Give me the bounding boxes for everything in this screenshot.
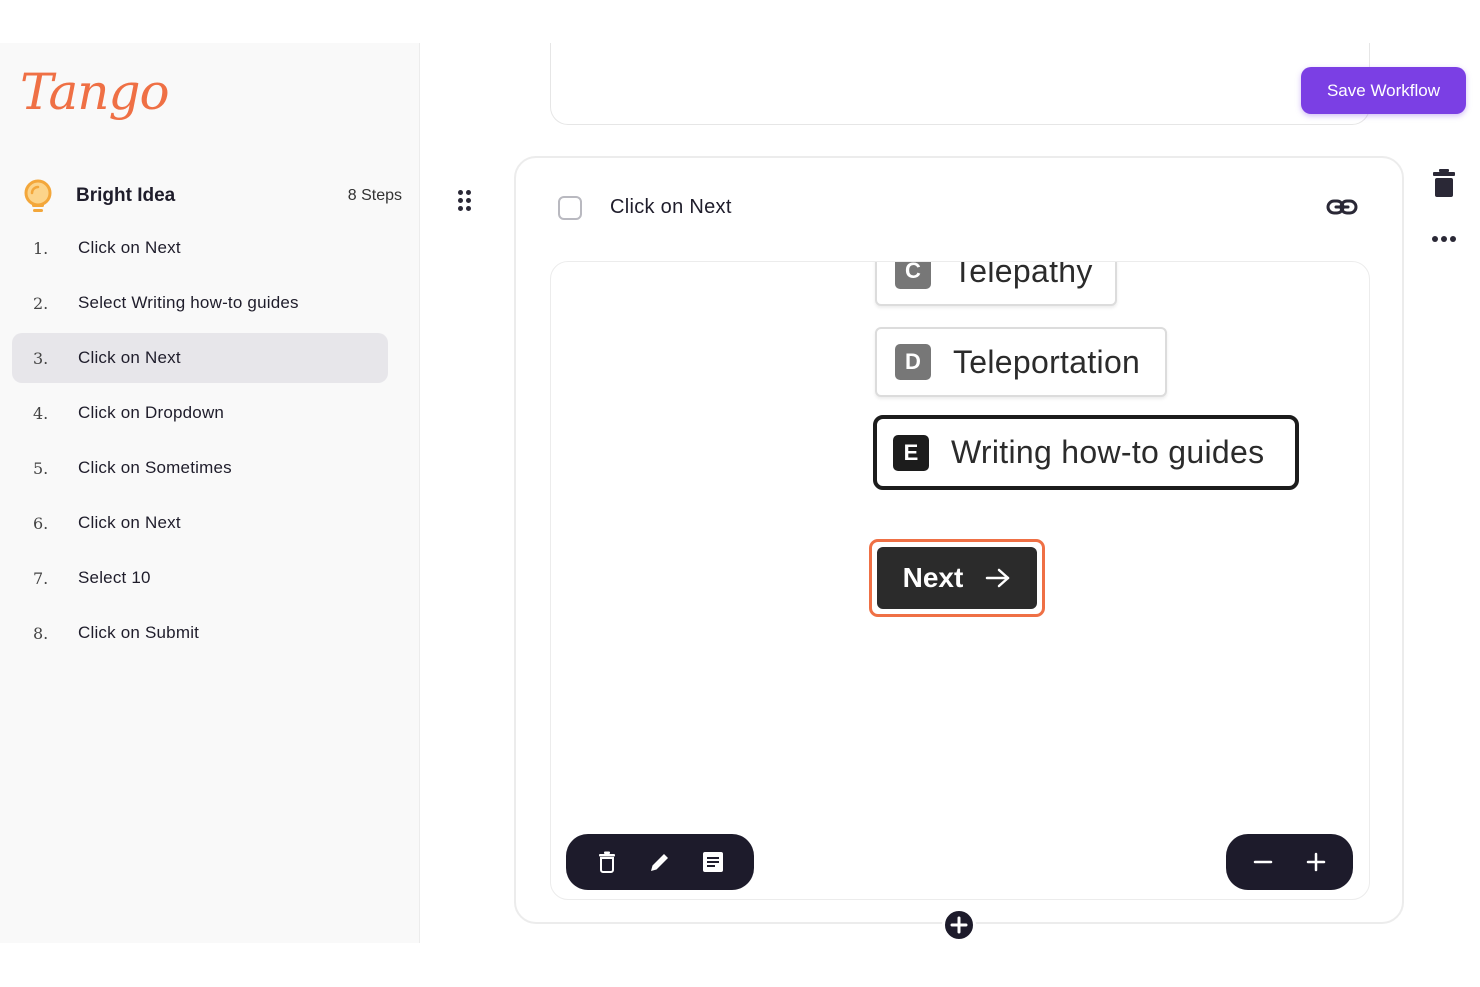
notes-icon[interactable] xyxy=(700,849,726,875)
workflow-step-count: 8 Steps xyxy=(347,187,402,204)
step-checkbox[interactable] xyxy=(558,196,582,220)
step-number: 8. xyxy=(33,623,49,643)
minus-icon[interactable] xyxy=(1250,849,1276,875)
trash-icon[interactable] xyxy=(594,849,620,875)
step-item-6[interactable]: 6. Click on Next xyxy=(12,498,388,548)
option-e: E Writing how-to guides xyxy=(873,415,1299,490)
arrow-right-icon xyxy=(986,568,1010,588)
workflow-header: Bright Idea 8 Steps xyxy=(22,176,402,216)
step-item-7[interactable]: 7. Select 10 xyxy=(12,553,388,603)
link-icon[interactable] xyxy=(1326,195,1358,219)
sidebar: Tango Bright Idea 8 Steps 1. Click on Nex… xyxy=(0,43,420,943)
step-label: Click on Dropdown xyxy=(78,403,225,422)
trash-icon[interactable] xyxy=(1432,168,1456,198)
add-step-icon[interactable] xyxy=(942,908,976,942)
previous-step-card xyxy=(550,43,1370,125)
option-d: D Teleportation xyxy=(875,327,1167,397)
step-label: Click on Next xyxy=(78,348,181,367)
more-horizontal-icon[interactable] xyxy=(1431,232,1459,244)
step-number: 3. xyxy=(33,348,49,368)
tango-logo[interactable]: Tango xyxy=(20,63,170,138)
step-item-2[interactable]: 2. Select Writing how-to guides xyxy=(12,278,388,328)
plus-icon[interactable] xyxy=(1303,849,1329,875)
step-label: Click on Submit xyxy=(78,623,200,642)
step-item-1[interactable]: 1. Click on Next xyxy=(12,223,388,273)
workflow-title: Bright Idea xyxy=(76,185,176,206)
logo-text: Tango xyxy=(20,63,170,121)
step-number: 2. xyxy=(33,293,49,313)
next-button-label: Next xyxy=(902,562,964,593)
step-list: 1. Click on Next 2. Select Writing how-to … xyxy=(12,223,388,663)
step-item-3[interactable]: 3. Click on Next xyxy=(12,333,388,383)
option-text: Telepathy xyxy=(953,261,1093,289)
step-item-5[interactable]: 5. Click on Sometimes xyxy=(12,443,388,493)
step-number: 4. xyxy=(33,403,49,423)
step-label: Select Writing how-to guides xyxy=(78,293,299,312)
step-label: Click on Sometimes xyxy=(78,458,232,477)
option-text: Writing how-to guides xyxy=(951,434,1265,470)
step-label: Click on Next xyxy=(78,238,181,257)
step-item-8[interactable]: 8. Click on Submit xyxy=(12,608,388,658)
step-label: Select 10 xyxy=(78,568,151,587)
step-item-4[interactable]: 4. Click on Dropdown xyxy=(12,388,388,438)
step-label: Click on Next xyxy=(78,513,181,532)
step-screenshot[interactable]: C Telepathy D Teleportation E Writing ho… xyxy=(550,261,1370,900)
screenshot-toolbar xyxy=(566,834,754,890)
option-text: Teleportation xyxy=(953,343,1141,380)
next-button: Next xyxy=(877,547,1037,609)
zoom-toolbar xyxy=(1226,834,1353,890)
lightbulb-icon xyxy=(22,179,54,213)
step-number: 6. xyxy=(33,513,49,533)
option-letter: E xyxy=(893,434,929,471)
option-letter: C xyxy=(895,262,931,289)
drag-handle-icon[interactable] xyxy=(458,190,474,214)
option-letter: D xyxy=(895,344,931,380)
pencil-icon[interactable] xyxy=(647,849,673,875)
step-number: 1. xyxy=(33,238,49,258)
step-card-title[interactable]: Click on Next xyxy=(610,196,732,219)
step-number: 5. xyxy=(33,458,49,478)
option-c: C Telepathy xyxy=(875,261,1117,306)
step-number: 7. xyxy=(33,568,49,588)
app-root: Tango Bright Idea 8 Steps 1. Click on Nex… xyxy=(0,0,1480,987)
save-workflow-button[interactable]: Save Workflow xyxy=(1301,67,1466,114)
